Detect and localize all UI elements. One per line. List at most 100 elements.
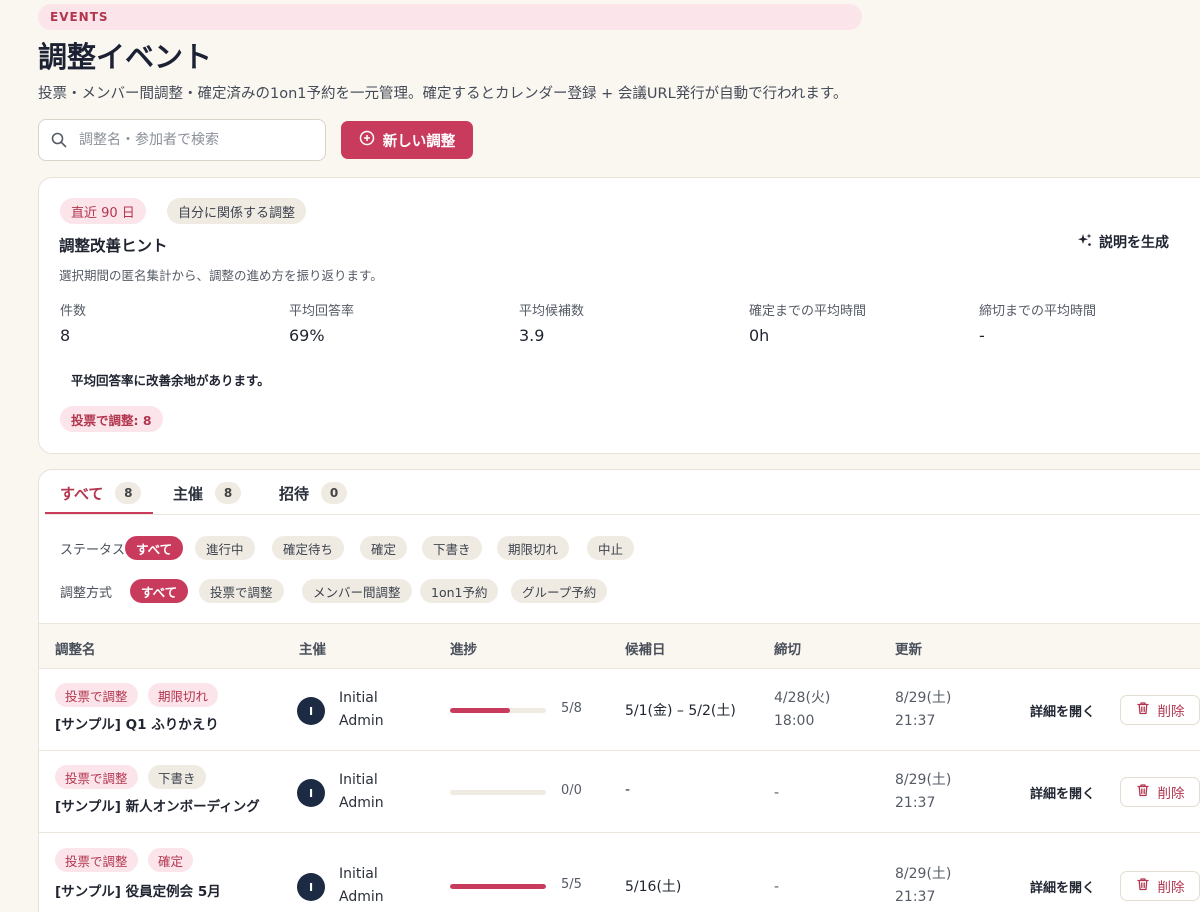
progress-fill — [450, 708, 510, 713]
delete-label: 削除 — [1157, 704, 1185, 720]
col-owner: 主催 — [299, 642, 326, 658]
row-candidates: 5/1(金) – 5/2(土) — [625, 703, 736, 719]
row-updated: 8/29(土) 21:37 — [895, 769, 951, 815]
stat-label-confirm-time: 確定までの平均時間 — [749, 304, 867, 319]
method-filter-label: 調整方式 — [60, 586, 113, 601]
tab-hosted-count: 8 — [215, 482, 242, 504]
row-status-tag: 下書き — [148, 765, 206, 789]
status-filter-draft[interactable]: 下書き — [422, 536, 482, 560]
insights-card: 直近 90 日 自分に関係する調整 調整改善ヒント 選択期間の匿名集計から、調整… — [38, 177, 1200, 454]
row-owner: Initial Admin — [339, 863, 384, 909]
method-filter-member[interactable]: メンバー間調整 — [302, 579, 412, 603]
row-candidates: 5/16(土) — [625, 879, 682, 895]
row-title[interactable]: [サンプル] 役員定例会 5月 — [55, 880, 221, 900]
plus-circle-icon — [359, 130, 375, 150]
generate-explanation-button[interactable]: 説明を生成 — [1077, 232, 1169, 252]
progress-text: 0/0 — [561, 783, 582, 798]
status-filter-in-progress[interactable]: 進行中 — [195, 536, 255, 560]
deadline-date: - — [774, 785, 780, 801]
row-status-tag: 確定 — [148, 848, 194, 872]
table-row[interactable]: 投票で調整 期限切れ [サンプル] Q1 ふりかえり I Initial Admi… — [39, 669, 1200, 751]
row-deadline: - — [774, 876, 779, 899]
progress-fill — [450, 884, 546, 889]
stat-value-candidates: 3.9 — [519, 326, 545, 345]
page-title: 調整イベント — [38, 40, 213, 74]
active-tab-indicator — [45, 512, 153, 514]
method-filter-all[interactable]: すべて — [130, 579, 189, 603]
page-description: 投票・メンバー間調整・確定済みの1on1予約を一元管理。確定するとカレンダー登録… — [38, 86, 848, 102]
stat-value-deadline-time: - — [979, 326, 985, 345]
new-adjustment-button[interactable]: 新しい調整 — [341, 121, 473, 159]
row-title[interactable]: [サンプル] 新人オンボーディング — [55, 795, 260, 815]
deadline-date: 4/28(火) — [774, 690, 831, 706]
status-filter-cancelled[interactable]: 中止 — [587, 536, 635, 560]
tab-invited-label: 招待 — [279, 484, 310, 503]
stat-label-response-rate: 平均回答率 — [289, 304, 355, 319]
status-filter-confirmed[interactable]: 確定 — [360, 536, 408, 560]
tab-all-label: すべて — [60, 484, 104, 503]
delete-button[interactable]: 削除 — [1120, 777, 1200, 807]
scope-chip[interactable]: 自分に関係する調整 — [167, 198, 307, 224]
owner-last-name: Admin — [339, 795, 384, 811]
owner-first-name: Initial — [339, 772, 378, 788]
delete-button[interactable]: 削除 — [1120, 695, 1200, 725]
table-row[interactable]: 投票で調整 確定 [サンプル] 役員定例会 5月 I Initial Admin … — [39, 833, 1200, 912]
row-status-tag: 期限切れ — [148, 683, 219, 707]
owner-first-name: Initial — [339, 690, 378, 706]
stat-value-response-rate: 69% — [289, 326, 325, 345]
period-chip[interactable]: 直近 90 日 — [60, 198, 146, 224]
progress-bar — [450, 708, 546, 713]
row-method-tag: 投票で調整 — [55, 683, 138, 707]
avatar: I — [297, 873, 325, 901]
tab-all-count: 8 — [115, 482, 142, 504]
owner-last-name: Admin — [339, 889, 384, 905]
trash-icon — [1136, 701, 1150, 719]
method-filter-vote[interactable]: 投票で調整 — [199, 579, 284, 603]
trash-icon — [1136, 783, 1150, 801]
updated-time: 21:37 — [895, 795, 936, 811]
row-method-tag: 投票で調整 — [55, 848, 138, 872]
row-updated: 8/29(土) 21:37 — [895, 863, 951, 909]
updated-date: 8/29(土) — [895, 690, 952, 706]
events-list-card: すべて 8 主催 8 招待 0 ステータス すべて 進行中 確定待ち 確定 下書… — [38, 469, 1200, 912]
new-adjustment-label: 新しい調整 — [382, 133, 456, 150]
avatar: I — [297, 697, 325, 725]
tab-invited[interactable]: 招待 0 — [279, 482, 348, 504]
status-filter-pending[interactable]: 確定待ち — [272, 536, 345, 560]
stat-label-count: 件数 — [60, 304, 87, 319]
progress-text: 5/8 — [561, 701, 582, 716]
deadline-time: 18:00 — [774, 713, 815, 729]
col-deadline: 締切 — [774, 642, 801, 658]
open-details-link[interactable]: 詳細を開く — [1030, 701, 1095, 720]
insight-hint: 平均回答率に改善余地があります。 — [71, 373, 270, 388]
stat-value-confirm-time: 0h — [749, 326, 770, 345]
updated-time: 21:37 — [895, 713, 936, 729]
tab-hosted[interactable]: 主催 8 — [173, 482, 242, 504]
status-filter-expired[interactable]: 期限切れ — [497, 536, 570, 560]
insights-subtitle: 選択期間の匿名集計から、調整の進め方を振り返ります。 — [59, 268, 383, 283]
status-filter-all[interactable]: すべて — [125, 536, 184, 560]
row-updated: 8/29(土) 21:37 — [895, 687, 951, 733]
search-icon — [51, 132, 67, 152]
method-filter-group[interactable]: グループ予約 — [511, 579, 608, 603]
open-details-link[interactable]: 詳細を開く — [1030, 877, 1095, 896]
owner-first-name: Initial — [339, 866, 378, 882]
col-progress: 進捗 — [450, 642, 477, 658]
sparkle-icon — [1077, 232, 1093, 252]
insights-title: 調整改善ヒント — [59, 237, 168, 255]
method-filter-1on1[interactable]: 1on1予約 — [420, 579, 499, 603]
search-box[interactable] — [38, 119, 326, 161]
search-input[interactable] — [79, 128, 319, 152]
tab-hosted-label: 主催 — [173, 484, 204, 503]
updated-time: 21:37 — [895, 889, 936, 905]
col-name: 調整名 — [55, 642, 96, 658]
stat-value-count: 8 — [60, 326, 71, 345]
row-owner: Initial Admin — [339, 769, 384, 815]
eyebrow-label: EVENTS — [50, 10, 109, 24]
tab-all[interactable]: すべて 8 — [60, 482, 142, 504]
row-title[interactable]: [サンプル] Q1 ふりかえり — [55, 713, 219, 733]
table-row[interactable]: 投票で調整 下書き [サンプル] 新人オンボーディング I Initial Adm… — [39, 751, 1200, 833]
open-details-link[interactable]: 詳細を開く — [1030, 783, 1095, 802]
delete-button[interactable]: 削除 — [1120, 871, 1200, 901]
col-updated: 更新 — [895, 642, 922, 658]
